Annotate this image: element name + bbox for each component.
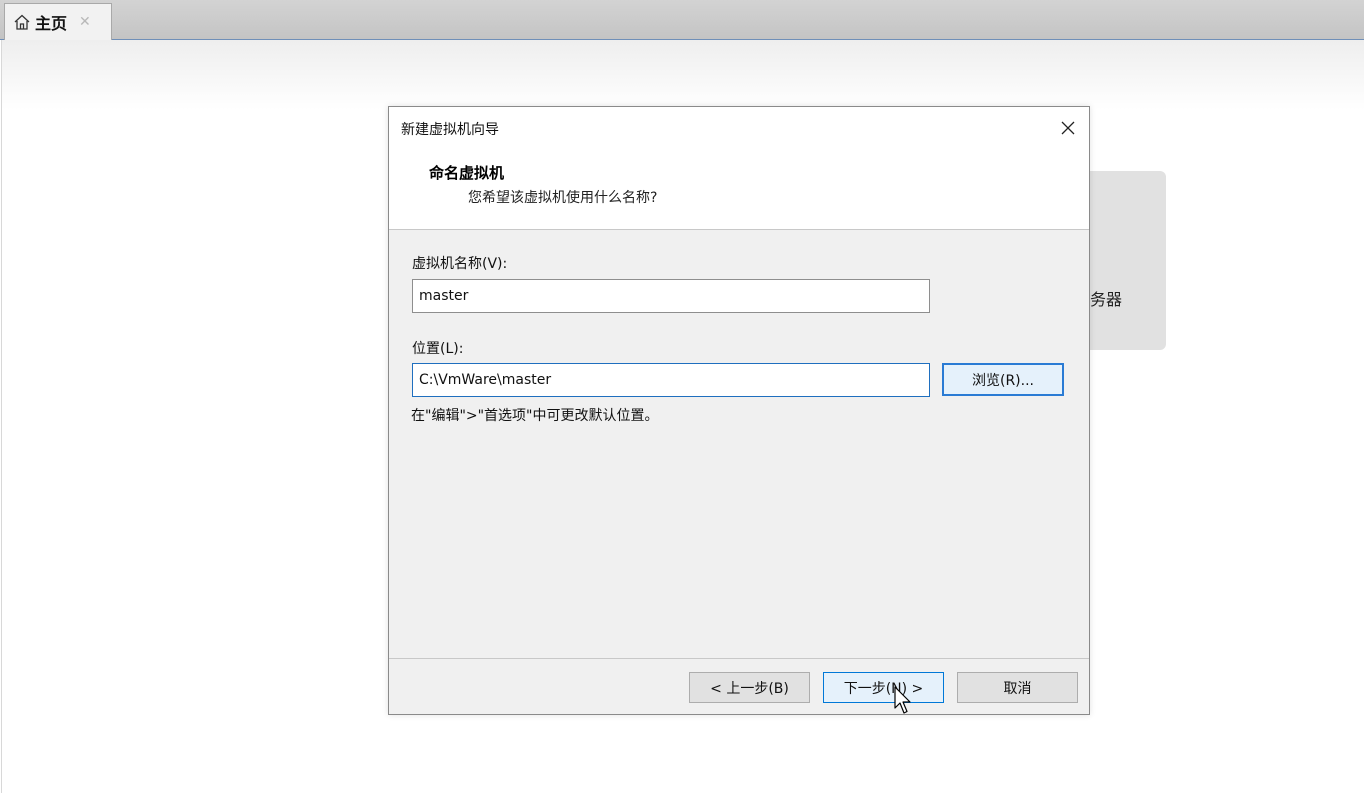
close-icon[interactable] (1057, 117, 1079, 139)
dialog-title: 新建虚拟机向导 (401, 122, 499, 138)
vm-name-input[interactable] (412, 279, 930, 313)
location-label: 位置(L): (412, 341, 464, 357)
new-vm-wizard-dialog: 新建虚拟机向导 命名虚拟机 您希望该虚拟机使用什么名称? 虚拟机名称(V): 位… (388, 106, 1090, 715)
tab-home-label: 主页 (35, 14, 68, 33)
location-input[interactable] (412, 363, 930, 397)
vm-name-label: 虚拟机名称(V): (412, 256, 508, 272)
mouse-cursor-icon (893, 686, 913, 716)
location-hint: 在"编辑">"首选项"中可更改默认位置。 (411, 408, 659, 424)
tab-close-icon[interactable]: ✕ (79, 14, 91, 30)
tab-bar: 主页 ✕ (0, 0, 1364, 40)
next-button[interactable]: 下一步(N) > (823, 672, 944, 703)
dialog-heading: 命名虚拟机 (429, 164, 505, 182)
dialog-header: 新建虚拟机向导 命名虚拟机 您希望该虚拟机使用什么名称? (389, 107, 1089, 230)
browse-button[interactable]: 浏览(R)... (942, 363, 1064, 396)
tab-home[interactable]: 主页 ✕ (4, 3, 112, 40)
dialog-subheading: 您希望该虚拟机使用什么名称? (468, 190, 658, 206)
home-icon (13, 13, 31, 31)
background-tile-label: 务器 (1090, 290, 1123, 309)
footer-divider (389, 658, 1089, 659)
back-button[interactable]: < 上一步(B) (689, 672, 810, 703)
cancel-button[interactable]: 取消 (957, 672, 1078, 703)
